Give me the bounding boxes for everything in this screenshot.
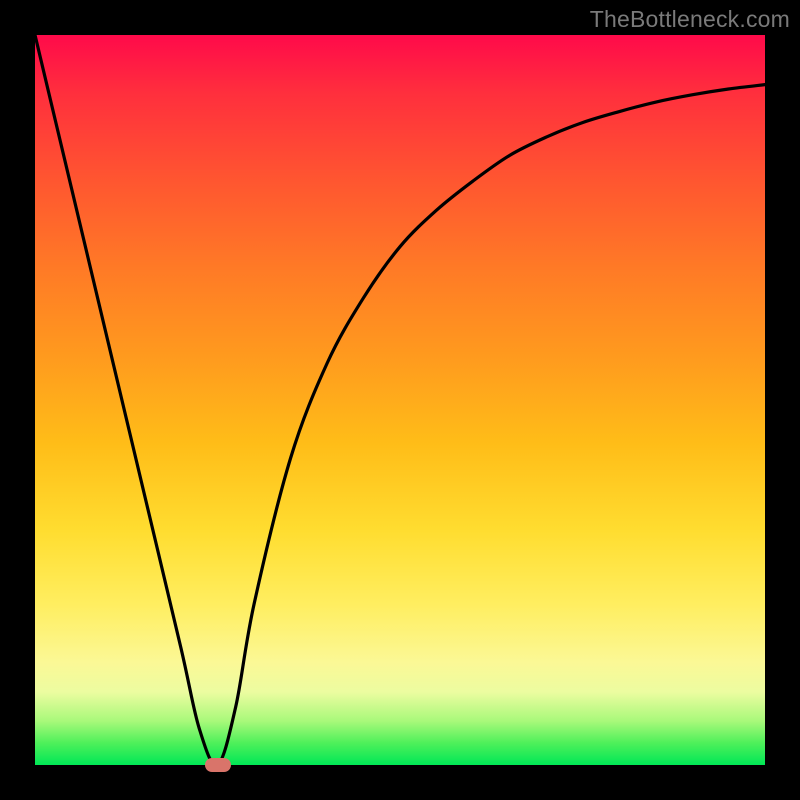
watermark-text: TheBottleneck.com	[590, 6, 790, 33]
chart-frame: TheBottleneck.com	[0, 0, 800, 800]
plot-area	[35, 35, 765, 765]
curve-svg	[35, 35, 765, 765]
optimal-point-marker	[205, 758, 231, 772]
bottleneck-curve	[35, 35, 765, 765]
